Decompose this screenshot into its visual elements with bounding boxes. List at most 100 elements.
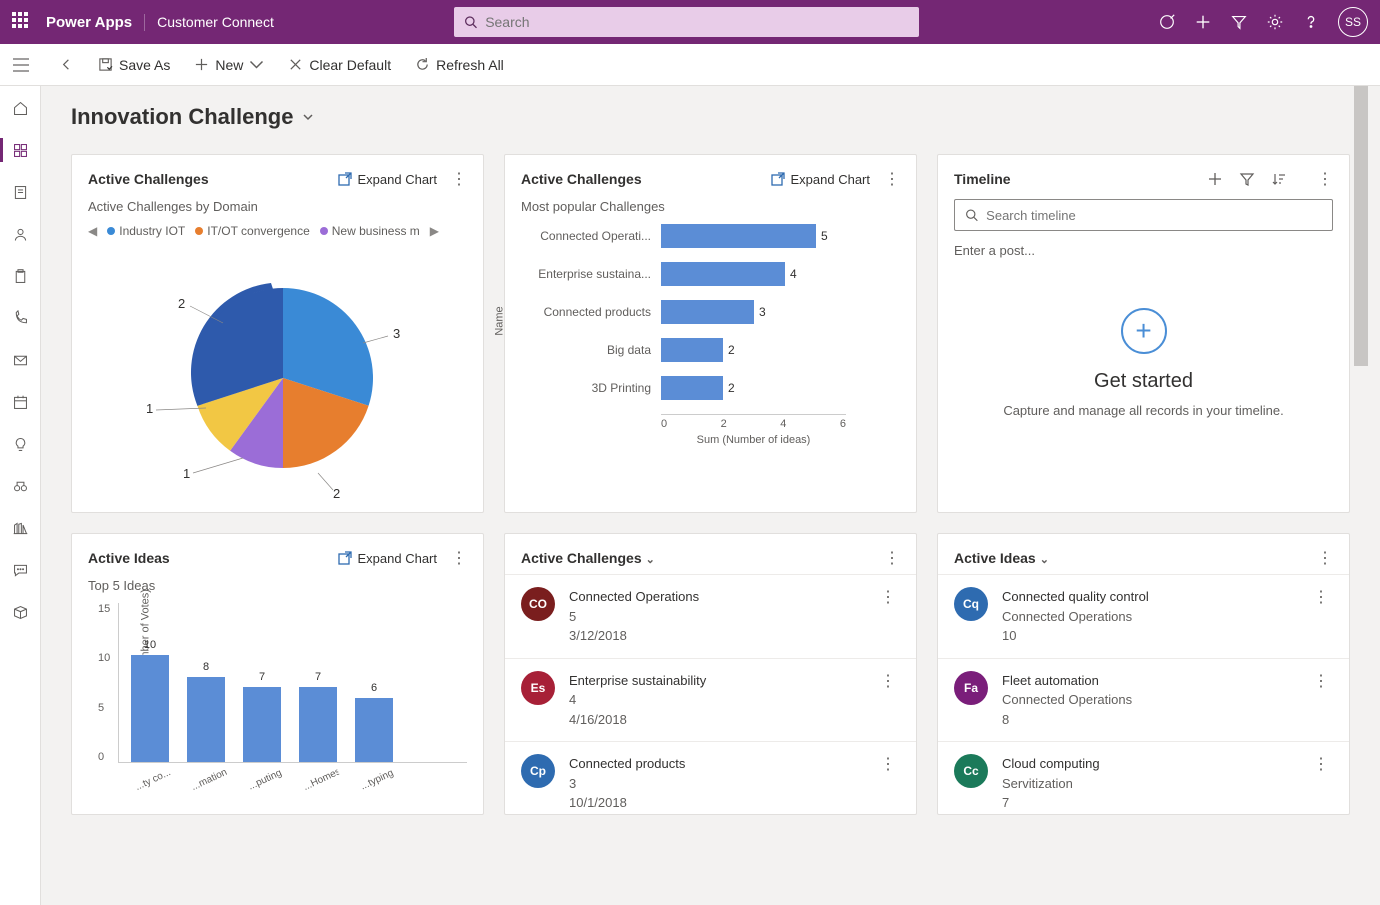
page-title[interactable]: Innovation Challenge — [71, 104, 1350, 130]
list-item[interactable]: Cp Connected products 3 10/1/2018 ⋮ — [505, 741, 916, 814]
refresh-all-button[interactable]: Refresh All — [407, 51, 512, 79]
chevron-down-icon: ⌄ — [646, 554, 655, 566]
filter-icon[interactable] — [1239, 171, 1255, 187]
card-timeline: Timeline ⋮ Enter a post... + Get started… — [937, 154, 1350, 513]
expand-icon — [771, 172, 785, 186]
gear-icon[interactable] — [1266, 13, 1284, 31]
entity-avatar: CO — [521, 587, 555, 621]
list-item-text: Connected quality control Connected Oper… — [1002, 587, 1309, 646]
svg-text:3: 3 — [393, 326, 400, 341]
entity-avatar: Cp — [521, 754, 555, 788]
rail-phone[interactable] — [0, 302, 41, 334]
more-button[interactable]: ⋮ — [884, 169, 900, 189]
row-more-button[interactable]: ⋮ — [1309, 587, 1333, 607]
add-icon[interactable] — [1207, 171, 1223, 187]
entity-avatar: Es — [521, 671, 555, 705]
expand-chart-button[interactable]: Expand Chart — [771, 172, 871, 187]
list-item[interactable]: Fa Fleet automation Connected Operations… — [938, 658, 1349, 742]
target-icon[interactable] — [1158, 13, 1176, 31]
timeline-search-input[interactable] — [986, 208, 1322, 223]
chart-subtitle: Most popular Challenges — [521, 199, 900, 214]
more-button[interactable]: ⋮ — [451, 548, 467, 568]
list-item[interactable]: Es Enterprise sustainability 4 4/16/2018… — [505, 658, 916, 742]
help-icon[interactable] — [1302, 13, 1320, 31]
legend-next[interactable]: ▶ — [430, 224, 439, 238]
new-button[interactable]: New — [186, 51, 272, 79]
chart-subtitle: Active Challenges by Domain — [88, 199, 467, 214]
main-content: Innovation Challenge Active Challenges E… — [41, 86, 1380, 905]
card-title: Timeline — [954, 171, 1191, 187]
card-list-active-challenges: Active Challenges⌄ ⋮ CO Connected Operat… — [504, 533, 917, 815]
rail-calendar[interactable] — [0, 386, 41, 418]
list-item-text: Enterprise sustainability 4 4/16/2018 — [569, 671, 876, 730]
rail-clipboard[interactable] — [0, 260, 41, 292]
card-title[interactable]: Active Ideas⌄ — [954, 550, 1303, 566]
expand-chart-button[interactable]: Expand Chart — [338, 172, 438, 187]
more-button[interactable]: ⋮ — [1317, 548, 1333, 568]
vbar-chart: Sum (Number of Votes) 151050 10 8 7 7 6 … — [118, 603, 467, 793]
chevron-down-icon — [301, 110, 315, 124]
row-more-button[interactable]: ⋮ — [876, 671, 900, 691]
list-item-text: Connected Operations 5 3/12/2018 — [569, 587, 876, 646]
entity-avatar: Cq — [954, 587, 988, 621]
rail-library[interactable] — [0, 512, 41, 544]
add-icon[interactable] — [1194, 13, 1212, 31]
scrollbar[interactable] — [1354, 86, 1368, 905]
svg-text:1: 1 — [183, 466, 190, 481]
rail-package[interactable] — [0, 596, 41, 628]
timeline-post-input[interactable]: Enter a post... — [954, 243, 1333, 258]
svg-text:2: 2 — [333, 486, 340, 498]
filter-icon[interactable] — [1230, 13, 1248, 31]
rail-email[interactable] — [0, 344, 41, 376]
sort-icon[interactable] — [1271, 171, 1287, 187]
card-title: Active Ideas — [88, 550, 338, 566]
save-as-button[interactable]: Save As — [90, 51, 178, 79]
card-title: Active Challenges — [521, 171, 771, 187]
app-launcher-icon[interactable] — [12, 12, 32, 32]
pie-legend: ◀ Industry IOT IT/OT convergence New bus… — [88, 224, 467, 238]
rail-accounts[interactable] — [0, 176, 41, 208]
svg-text:1: 1 — [146, 401, 153, 416]
rail-chat[interactable] — [0, 554, 41, 586]
row-more-button[interactable]: ⋮ — [1309, 754, 1333, 774]
more-button[interactable]: ⋮ — [884, 548, 900, 568]
legend-prev[interactable]: ◀ — [88, 224, 97, 238]
back-button[interactable] — [51, 51, 82, 78]
card-list-active-ideas: Active Ideas⌄ ⋮ Cq Connected quality con… — [937, 533, 1350, 815]
rail-idea[interactable] — [0, 428, 41, 460]
hbar-chart: Name Connected Operati...5 Enterprise su… — [521, 224, 900, 446]
rail-dashboard[interactable] — [0, 134, 41, 166]
search-input[interactable] — [485, 14, 909, 30]
list-item-text: Fleet automation Connected Operations 8 — [1002, 671, 1309, 730]
app-name: Power Apps — [46, 14, 145, 31]
list-item[interactable]: CO Connected Operations 5 3/12/2018 ⋮ — [505, 574, 916, 658]
row-more-button[interactable]: ⋮ — [876, 587, 900, 607]
left-nav-rail — [0, 86, 41, 905]
card-title[interactable]: Active Challenges⌄ — [521, 550, 870, 566]
clear-default-button[interactable]: Clear Default — [280, 51, 399, 79]
timeline-search[interactable] — [954, 199, 1333, 231]
more-button[interactable]: ⋮ — [1317, 169, 1333, 189]
expand-chart-button[interactable]: Expand Chart — [338, 551, 438, 566]
list-item[interactable]: Cq Connected quality control Connected O… — [938, 574, 1349, 658]
pie-chart: 3 2 1 1 2 — [88, 258, 467, 498]
chevron-down-icon — [249, 57, 264, 72]
row-more-button[interactable]: ⋮ — [1309, 671, 1333, 691]
chevron-down-icon: ⌄ — [1040, 554, 1049, 566]
card-title: Active Challenges — [88, 171, 338, 187]
timeline-empty-state: + Get started Capture and manage all rec… — [954, 308, 1333, 418]
global-search[interactable] — [454, 7, 919, 37]
list-item[interactable]: Cc Cloud computing Servitization 7 ⋮ — [938, 741, 1349, 814]
more-button[interactable]: ⋮ — [451, 169, 467, 189]
card-hbar-active-challenges: Active Challenges Expand Chart ⋮ Most po… — [504, 154, 917, 513]
rail-contacts[interactable] — [0, 218, 41, 250]
row-more-button[interactable]: ⋮ — [876, 754, 900, 774]
card-vbar-active-ideas: Active Ideas Expand Chart ⋮ Top 5 Ideas … — [71, 533, 484, 815]
rail-binoculars[interactable] — [0, 470, 41, 502]
list-item-text: Connected products 3 10/1/2018 — [569, 754, 876, 813]
nav-toggle[interactable] — [0, 44, 41, 86]
rail-home[interactable] — [0, 92, 41, 124]
card-pie-active-challenges: Active Challenges Expand Chart ⋮ Active … — [71, 154, 484, 513]
entity-avatar: Fa — [954, 671, 988, 705]
avatar[interactable]: SS — [1338, 7, 1368, 37]
